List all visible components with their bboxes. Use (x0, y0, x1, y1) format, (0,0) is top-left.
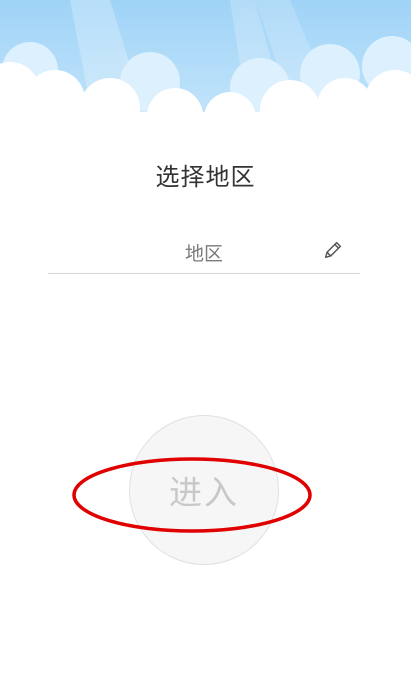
pencil-icon[interactable] (322, 239, 344, 261)
region-value: 地区 (184, 243, 223, 265)
region-field[interactable]: 地区 (48, 231, 360, 274)
sky-cloud-header (0, 0, 411, 130)
page-title: 选择地区 (155, 163, 256, 191)
enter-button-label: 进入 (169, 473, 239, 512)
enter-button[interactable]: 进入 (129, 415, 279, 565)
